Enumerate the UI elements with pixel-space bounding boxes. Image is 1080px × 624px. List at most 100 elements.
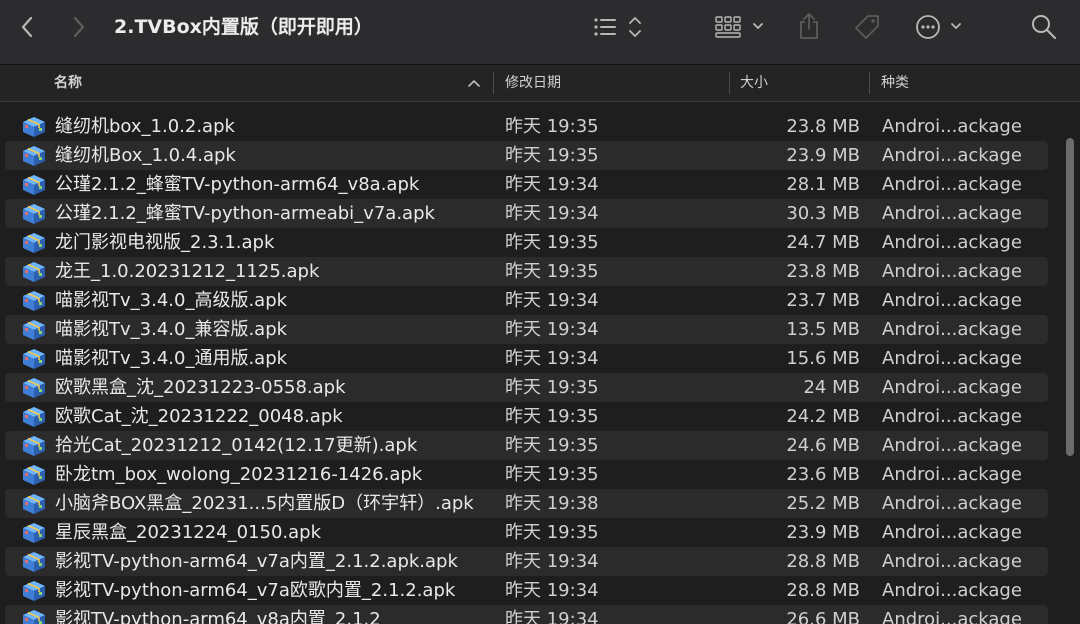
apk-package-icon <box>23 581 45 601</box>
apk-package-icon <box>23 117 45 137</box>
window-toolbar: 2.TVBox内置版（即开即用） <box>0 0 1080 65</box>
file-date: 昨天 19:38 <box>505 493 599 514</box>
file-date: 昨天 19:35 <box>505 145 599 166</box>
table-row[interactable]: 卧龙tm_box_wolong_20231216-1426.apk 昨天 19:… <box>5 460 1048 489</box>
file-name: 龙王_1.0.20231212_1125.apk <box>55 261 320 282</box>
list-view-icon <box>594 17 641 37</box>
file-name: 影视TV-python-arm64_v7a欧歌内置_2.1.2.apk <box>55 580 456 601</box>
sort-ascending-icon[interactable] <box>468 79 480 87</box>
tag-icon <box>855 15 879 39</box>
share-button[interactable] <box>796 11 822 41</box>
file-name: 星辰黑盒_20231224_0150.apk <box>55 522 322 543</box>
column-header-date[interactable]: 修改日期 <box>505 65 561 101</box>
table-row[interactable]: 小脑斧BOX黑盒_20231...5内置版D（环宇轩）.apk 昨天 19:38… <box>5 489 1048 518</box>
apk-package-icon <box>23 407 45 427</box>
tag-button[interactable] <box>852 12 882 42</box>
table-row[interactable]: 拾光Cat_20231212_0142(12.17更新).apk 昨天 19:3… <box>5 431 1048 460</box>
file-name: 公瑾2.1.2_蜂蜜TV-python-arm64_v8a.apk <box>55 174 420 195</box>
column-header-size[interactable]: 大小 <box>740 65 768 101</box>
table-row[interactable]: 公瑾2.1.2_蜂蜜TV-python-arm64_v8a.apk 昨天 19:… <box>5 170 1048 199</box>
file-date: 昨天 19:35 <box>505 116 599 137</box>
column-divider[interactable] <box>493 72 494 94</box>
file-date: 昨天 19:34 <box>505 609 599 624</box>
grid-view-icon <box>715 16 763 38</box>
share-icon <box>800 13 818 39</box>
file-list[interactable]: 缝纫机box_1.0.2.apk 昨天 19:35 23.8 MB Androi… <box>0 112 1080 624</box>
file-date: 昨天 19:35 <box>505 377 599 398</box>
apk-package-icon <box>23 320 45 340</box>
forward-button[interactable] <box>66 14 92 40</box>
column-header-name[interactable]: 名称 <box>54 65 82 101</box>
file-size: 23.6 MB <box>786 464 860 485</box>
file-size: 13.5 MB <box>786 319 860 340</box>
search-button[interactable] <box>1030 13 1058 41</box>
file-date: 昨天 19:34 <box>505 580 599 601</box>
file-kind: Androi...ackage <box>882 406 1022 427</box>
table-row[interactable]: 欧歌Cat_沈_20231222_0048.apk 昨天 19:35 24.2 … <box>5 402 1048 431</box>
back-button[interactable] <box>14 14 40 40</box>
file-name: 欧歌Cat_沈_20231222_0048.apk <box>55 406 343 427</box>
table-row[interactable]: 龙门影视电视版_2.3.1.apk 昨天 19:35 24.7 MB Andro… <box>5 228 1048 257</box>
file-name: 卧龙tm_box_wolong_20231216-1426.apk <box>55 464 423 485</box>
view-mode-button[interactable] <box>592 14 646 40</box>
table-row[interactable]: 缝纫机box_1.0.2.apk 昨天 19:35 23.8 MB Androi… <box>5 112 1048 141</box>
file-name: 喵影视Tv_3.4.0_兼容版.apk <box>55 319 288 340</box>
table-row[interactable]: 影视TV-python-arm64_v8a内置_2.1.2 昨天 19:34 2… <box>5 605 1048 624</box>
apk-package-icon <box>23 494 45 514</box>
file-name: 影视TV-python-arm64_v7a内置_2.1.2.apk.apk <box>55 551 458 572</box>
file-name: 龙门影视电视版_2.3.1.apk <box>55 232 275 253</box>
table-row[interactable]: 影视TV-python-arm64_v7a欧歌内置_2.1.2.apk 昨天 1… <box>5 576 1048 605</box>
table-row[interactable]: 影视TV-python-arm64_v7a内置_2.1.2.apk.apk 昨天… <box>5 547 1048 576</box>
file-date: 昨天 19:34 <box>505 551 599 572</box>
ellipsis-circle-icon <box>916 15 961 39</box>
file-size: 24 MB <box>803 377 860 398</box>
file-kind: Androi...ackage <box>882 580 1022 601</box>
file-size: 24.6 MB <box>786 435 860 456</box>
table-row[interactable]: 喵影视Tv_3.4.0_兼容版.apk 昨天 19:34 13.5 MB And… <box>5 315 1048 344</box>
apk-package-icon <box>23 175 45 195</box>
file-date: 昨天 19:34 <box>505 348 599 369</box>
more-actions-button[interactable] <box>914 13 966 41</box>
table-row[interactable]: 龙王_1.0.20231212_1125.apk 昨天 19:35 23.8 M… <box>5 257 1048 286</box>
group-button[interactable] <box>714 14 768 40</box>
apk-package-icon <box>23 523 45 543</box>
file-date: 昨天 19:34 <box>505 290 599 311</box>
table-row[interactable]: 欧歌黑盒_沈_20231223-0558.apk 昨天 19:35 24 MB … <box>5 373 1048 402</box>
vertical-scrollbar[interactable] <box>1066 138 1074 456</box>
file-name: 公瑾2.1.2_蜂蜜TV-python-armeabi_v7a.apk <box>55 203 435 224</box>
apk-package-icon <box>23 552 45 572</box>
file-date: 昨天 19:34 <box>505 203 599 224</box>
file-kind: Androi...ackage <box>882 551 1022 572</box>
window-title: 2.TVBox内置版（即开即用） <box>114 16 373 38</box>
file-kind: Androi...ackage <box>882 464 1022 485</box>
table-row[interactable]: 喵影视Tv_3.4.0_高级版.apk 昨天 19:34 23.7 MB And… <box>5 286 1048 315</box>
file-date: 昨天 19:35 <box>505 464 599 485</box>
file-size: 23.9 MB <box>786 145 860 166</box>
file-size: 23.9 MB <box>786 522 860 543</box>
file-size: 15.6 MB <box>786 348 860 369</box>
file-kind: Androi...ackage <box>882 609 1022 624</box>
column-divider[interactable] <box>869 72 870 94</box>
file-size: 30.3 MB <box>786 203 860 224</box>
file-name: 拾光Cat_20231212_0142(12.17更新).apk <box>55 435 418 456</box>
file-kind: Androi...ackage <box>882 116 1022 137</box>
file-name: 影视TV-python-arm64_v8a内置_2.1.2 <box>55 609 381 624</box>
apk-package-icon <box>23 610 45 624</box>
file-kind: Androi...ackage <box>882 290 1022 311</box>
file-kind: Androi...ackage <box>882 145 1022 166</box>
file-date: 昨天 19:35 <box>505 435 599 456</box>
table-row[interactable]: 公瑾2.1.2_蜂蜜TV-python-armeabi_v7a.apk 昨天 1… <box>5 199 1048 228</box>
search-icon <box>1032 15 1057 40</box>
apk-package-icon <box>23 146 45 166</box>
apk-package-icon <box>23 465 45 485</box>
table-row[interactable]: 缝纫机Box_1.0.4.apk 昨天 19:35 23.9 MB Androi… <box>5 141 1048 170</box>
file-name: 缝纫机box_1.0.2.apk <box>55 116 235 137</box>
column-header-kind[interactable]: 种类 <box>881 65 909 101</box>
table-row[interactable]: 喵影视Tv_3.4.0_通用版.apk 昨天 19:34 15.6 MB And… <box>5 344 1048 373</box>
file-kind: Androi...ackage <box>882 232 1022 253</box>
file-size: 23.8 MB <box>786 261 860 282</box>
file-date: 昨天 19:35 <box>505 232 599 253</box>
table-row[interactable]: 星辰黑盒_20231224_0150.apk 昨天 19:35 23.9 MB … <box>5 518 1048 547</box>
file-size: 23.8 MB <box>786 116 860 137</box>
column-divider[interactable] <box>729 72 730 94</box>
